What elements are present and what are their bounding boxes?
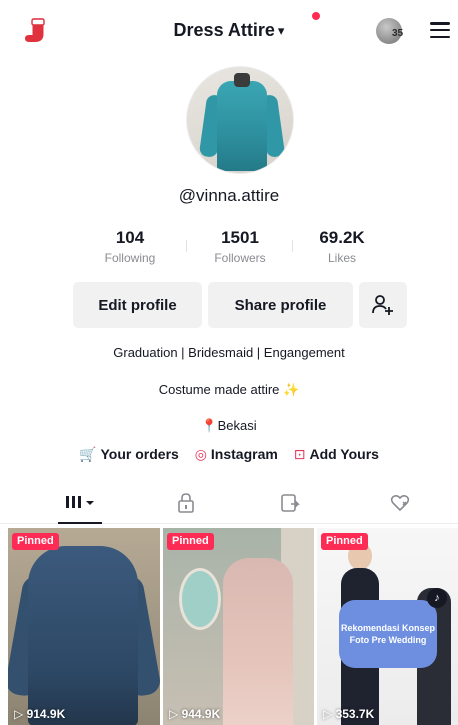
lock-icon — [178, 493, 194, 513]
tab-liked[interactable] — [380, 492, 420, 516]
location-text: Bekasi — [217, 418, 257, 433]
chevron-down-icon: ▾ — [277, 23, 285, 38]
stat-followers[interactable]: 1501 Followers — [190, 228, 290, 265]
following-count: 104 — [115, 228, 145, 247]
videos-grid-icon — [66, 496, 94, 508]
add-yours-icon: ⊡ — [293, 446, 306, 462]
friends-count: 35 — [392, 28, 404, 39]
stat-following[interactable]: 104 Following — [80, 228, 180, 265]
profile-stats: 104 Following 1501 Followers 69.2K Likes — [80, 228, 380, 270]
followers-label: Followers — [214, 251, 266, 265]
username: @vinna.attire — [178, 186, 280, 205]
your-orders-label: Your orders — [100, 446, 179, 462]
location: 📍Bekasi — [0, 418, 458, 434]
tab-reposts[interactable] — [270, 492, 310, 516]
pinned-badge: Pinned — [321, 533, 368, 550]
cart-icon: 🛒 — [79, 446, 97, 462]
instagram-label: Instagram — [210, 446, 278, 462]
share-profile-button[interactable]: Share profile — [208, 282, 353, 328]
active-tab-indicator — [58, 522, 102, 524]
tab-videos[interactable] — [60, 492, 100, 516]
top-bar: Dress Attire ▾ 35 — [0, 0, 458, 62]
view-count-value: 944.9K — [181, 707, 221, 721]
bio-line-2: Costume made attire ✨ — [0, 382, 458, 398]
video-caption: Rekomendasi Konsep Foto Pre Wedding — [340, 623, 436, 645]
add-friend-button[interactable] — [359, 282, 407, 328]
profile-avatar[interactable] — [186, 66, 294, 174]
view-count: ▷ 353.7K — [323, 707, 375, 721]
likes-count: 69.2K — [319, 228, 365, 247]
add-yours-link[interactable]: ⊡ Add Yours — [294, 446, 379, 463]
video-thumbnail[interactable]: Rekomendasi Konsep Foto Pre Wedding ♪ Pi… — [317, 528, 458, 725]
add-yours-label: Add Yours — [309, 446, 379, 462]
instagram-link[interactable]: ◎ Instagram — [195, 446, 278, 463]
video-caption-callout: Rekomendasi Konsep Foto Pre Wedding — [339, 600, 437, 668]
liked-icon — [390, 494, 410, 512]
tab-private[interactable] — [166, 492, 206, 516]
bio-line-1: Graduation | Bridesmaid | Engangement — [113, 345, 345, 360]
your-orders-link[interactable]: 🛒 Your orders — [79, 446, 179, 463]
following-label: Following — [104, 251, 156, 265]
content-tabs — [0, 484, 458, 524]
repost-icon — [281, 494, 300, 512]
view-count-value: 353.7K — [335, 707, 375, 721]
stat-divider — [186, 240, 187, 252]
instagram-icon: ◎ — [194, 446, 207, 462]
add-friend-icon — [372, 295, 393, 315]
pinned-badge: Pinned — [12, 533, 59, 550]
likes-label: Likes — [327, 251, 356, 265]
video-thumbnail[interactable]: Pinned ▷ 914.9K — [8, 528, 160, 725]
edit-profile-button[interactable]: Edit profile — [73, 282, 202, 328]
account-title: Dress Attire — [173, 20, 275, 40]
followers-count: 1501 — [221, 228, 259, 247]
pinned-badge: Pinned — [167, 533, 214, 550]
notification-dot — [312, 12, 320, 20]
view-count: ▷ 944.9K — [169, 707, 221, 721]
view-count-value: 914.9K — [26, 707, 66, 721]
video-grid: Pinned ▷ 914.9K Pinned ▷ 944.9K Rekomend… — [8, 528, 458, 725]
view-count: ▷ 914.9K — [14, 707, 66, 721]
tiktok-logo-icon: ♪ — [427, 588, 447, 608]
video-thumbnail[interactable]: Pinned ▷ 944.9K — [163, 528, 314, 725]
bio-text: Costume made attire — [158, 382, 280, 397]
stat-likes[interactable]: 69.2K Likes — [292, 228, 392, 265]
hamburger-menu-icon[interactable] — [430, 22, 450, 39]
sparkle-icon: ✨ — [283, 382, 300, 397]
location-pin-icon: 📍 — [201, 418, 218, 433]
profile-links: 🛒 Your orders ◎ Instagram ⊡ Add Yours — [0, 446, 458, 468]
